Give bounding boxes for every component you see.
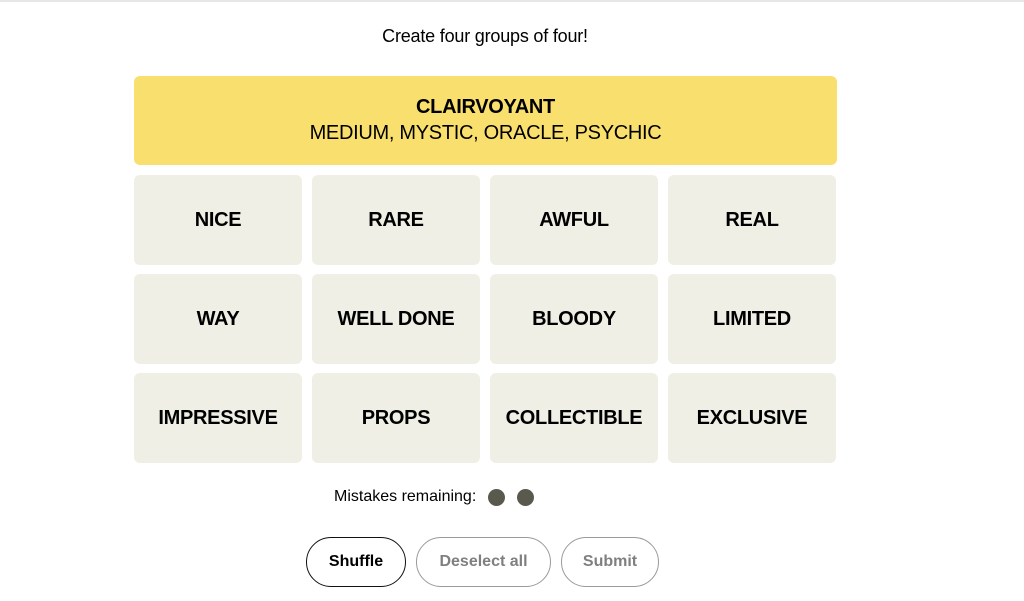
- word-tile[interactable]: WAY: [134, 274, 302, 364]
- word-tile[interactable]: IMPRESSIVE: [134, 373, 302, 463]
- tile-grid: NICE RARE AWFUL REAL WAY WELL DONE BLOOD…: [134, 175, 837, 463]
- mistake-dots: [476, 488, 535, 506]
- solved-group-category: CLAIRVOYANT: [416, 96, 555, 118]
- mistakes-label: Mistakes remaining:: [334, 488, 477, 505]
- word-tile[interactable]: COLLECTIBLE: [490, 373, 658, 463]
- submit-button[interactable]: Submit: [561, 537, 659, 587]
- action-buttons: Shuffle Deselect all Submit: [306, 537, 659, 587]
- word-tile[interactable]: REAL: [668, 175, 836, 265]
- mistake-dot-icon: [517, 488, 535, 506]
- word-tile[interactable]: LIMITED: [668, 274, 836, 364]
- deselect-all-button[interactable]: Deselect all: [416, 537, 551, 587]
- word-tile[interactable]: AWFUL: [490, 175, 658, 265]
- shuffle-button[interactable]: Shuffle: [306, 537, 406, 587]
- solved-group-yellow: CLAIRVOYANT MEDIUM, MYSTIC, ORACLE, PSYC…: [134, 76, 837, 165]
- word-tile[interactable]: NICE: [134, 175, 302, 265]
- solved-group-members: MEDIUM, MYSTIC, ORACLE, PSYCHIC: [309, 122, 662, 144]
- mistake-dot-icon: [488, 488, 506, 506]
- word-tile[interactable]: RARE: [312, 175, 480, 265]
- instructions-text: Create four groups of four!: [382, 26, 588, 46]
- word-tile[interactable]: PROPS: [312, 373, 480, 463]
- mistakes-remaining: Mistakes remaining:: [334, 488, 535, 506]
- word-tile[interactable]: BLOODY: [490, 274, 658, 364]
- word-tile[interactable]: WELL DONE: [312, 274, 480, 364]
- top-divider: [0, 0, 1024, 2]
- game-board: CLAIRVOYANT MEDIUM, MYSTIC, ORACLE, PSYC…: [134, 76, 837, 463]
- word-tile[interactable]: EXCLUSIVE: [668, 373, 836, 463]
